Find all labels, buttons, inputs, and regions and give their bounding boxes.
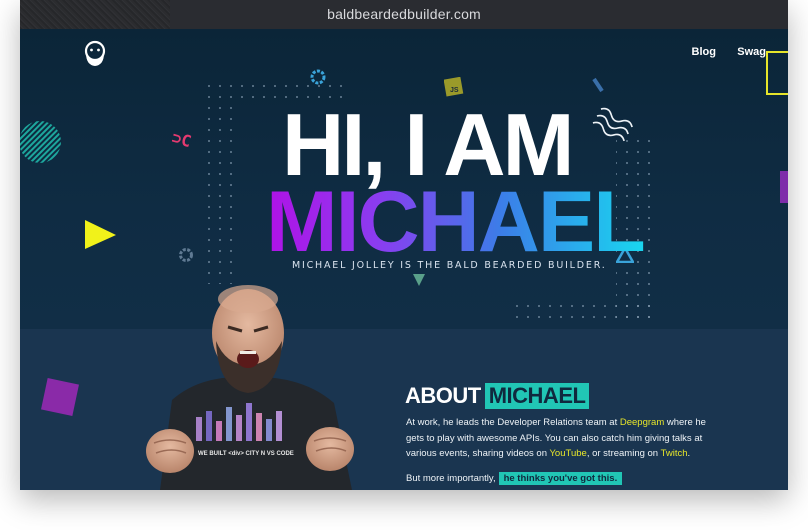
shirt-text: WE BUILT <div> CITY N VS CODE <box>198 451 294 457</box>
nav-swag-link[interactable]: Swag <box>737 46 766 58</box>
deepgram-link[interactable]: Deepgram <box>620 417 664 428</box>
about-text: But more importantly, <box>406 473 496 484</box>
js-badge-icon: JS <box>444 77 464 97</box>
about-heading-name: MICHAEL <box>484 383 590 409</box>
about-paragraph-2: But more importantly, he thinks you've go… <box>406 472 623 485</box>
about-text: . <box>687 448 691 459</box>
striped-circle-icon <box>20 121 61 163</box>
address-bar[interactable]: baldbeardedbuilder.com <box>20 0 788 29</box>
youtube-link[interactable]: YouTube <box>549 448 586 459</box>
gear-small-icon <box>179 248 193 262</box>
about-paragraph: At work, he leads the Developer Relation… <box>406 415 726 462</box>
michael-photo: WE BUILT <div> CITY N VS CODE <box>146 285 354 490</box>
browser-window: baldbeardedbuilder.com Blog Swag ⊃C JS H… <box>20 0 788 490</box>
twitch-link[interactable]: Twitch <box>661 448 688 459</box>
svg-text:⊃C: ⊃C <box>172 128 193 151</box>
wave-lines-icon <box>592 107 633 142</box>
brackets-icon: ⊃C <box>172 128 193 151</box>
svg-text:JS: JS <box>450 87 459 94</box>
small-triangle-icon <box>413 274 425 286</box>
slash-icon <box>592 77 604 93</box>
hero-name: MICHAEL <box>266 174 646 270</box>
purple-stripe-icon <box>780 171 788 203</box>
about-heading: ABOUT MICHAEL <box>405 383 590 409</box>
gear-icon <box>310 69 326 85</box>
about-text: , or streaming on <box>586 448 661 459</box>
bearded-man-logo-icon[interactable] <box>80 38 110 68</box>
purple-square-icon <box>41 378 79 416</box>
nav-blog-link[interactable]: Blog <box>692 46 716 58</box>
triangle-yellow-icon <box>85 220 116 249</box>
url-text[interactable]: baldbeardedbuilder.com <box>20 6 788 22</box>
cube-outline-icon <box>766 51 788 95</box>
encouragement-badge: he thinks you've got this. <box>498 472 623 485</box>
about-text: At work, he leads the Developer Relation… <box>406 417 620 428</box>
about-heading-word: ABOUT <box>405 383 481 408</box>
